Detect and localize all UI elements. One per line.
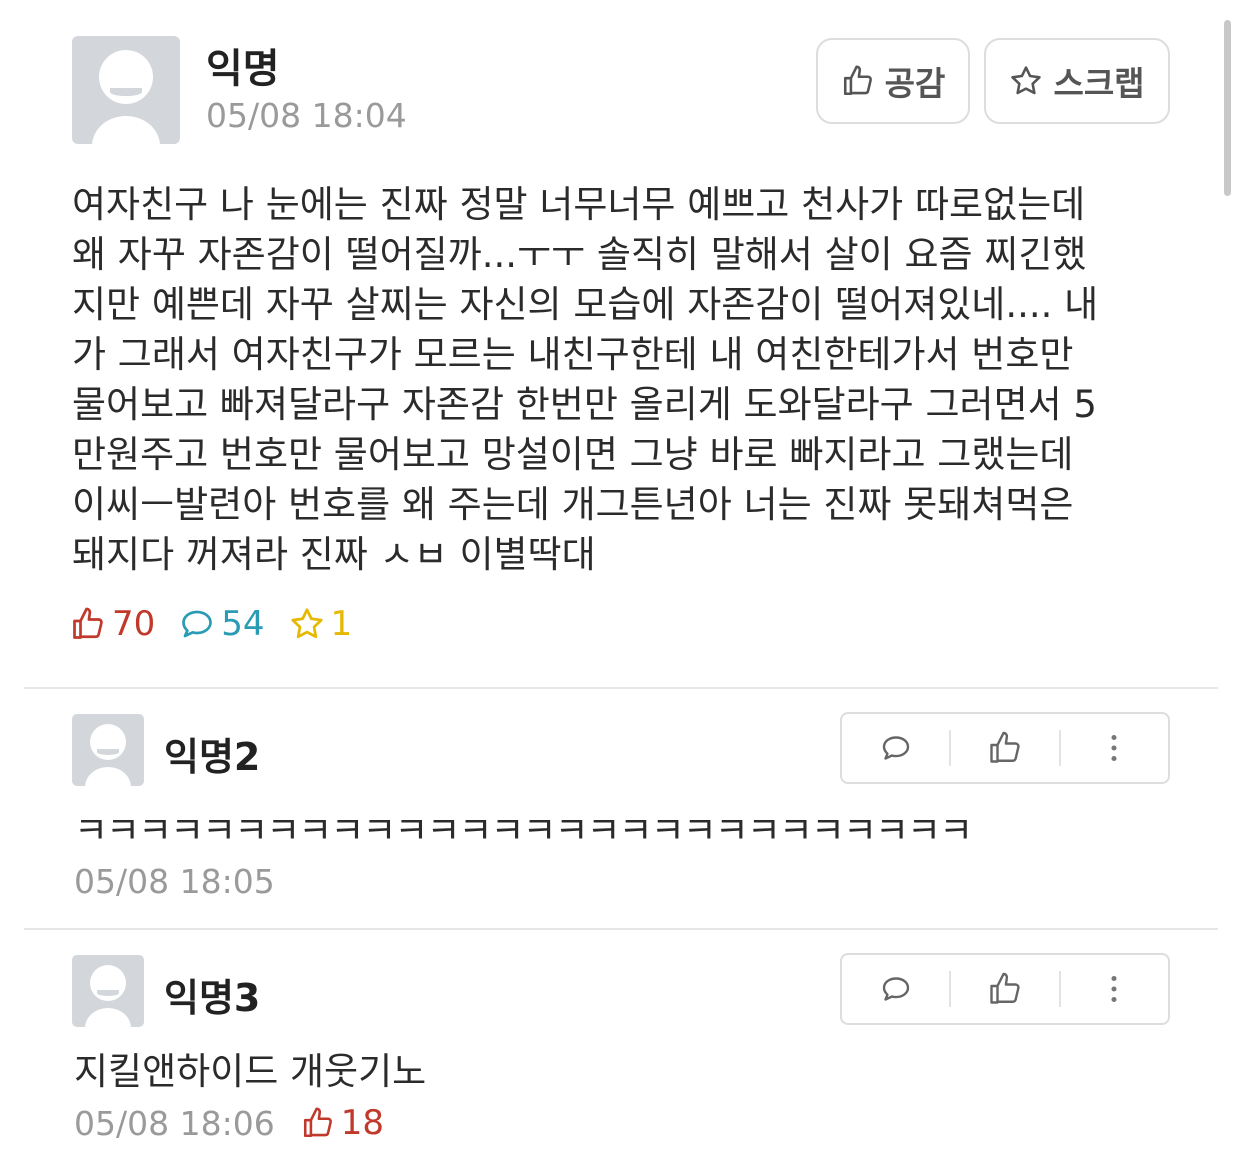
comment-count: 54 [179,604,265,644]
like-button-label: 공감 [884,64,946,103]
more-vertical-icon [1096,971,1132,1007]
speech-bubble-icon [878,971,914,1007]
reply-button[interactable] [842,955,949,1023]
comment-time: 05/08 18:06 [74,1103,275,1143]
scrap-count: 1 [289,604,353,644]
avatar [72,714,144,786]
thumbs-up-icon [987,730,1023,766]
post-body: 여자친구 나 눈에는 진짜 정말 너무너무 예쁘고 천사가 따로없는데 왜 자꾸… [72,180,1192,580]
reply-button[interactable] [842,714,949,782]
post-stats: 70 54 1 [70,600,376,648]
more-options-button[interactable] [1061,955,1168,1023]
star-icon [1009,64,1043,98]
post-body-line: 가 그래서 여자친구가 모르는 내친구한테 내 여친한테가서 번호만 [72,333,1074,376]
comment-time: 05/08 18:05 [74,862,275,901]
comment-meta: 05/08 18:06 18 [74,1103,384,1143]
divider [24,687,1218,689]
thumbs-up-icon [301,1106,335,1140]
scrap-button-label: 스크랩 [1053,64,1145,103]
post-body-line: 돼지다 꺼져라 진짜 ㅅㅂ 이별딱대 [72,533,596,576]
comment-like-button[interactable] [951,955,1058,1023]
avatar [72,955,144,1027]
comment-author: 익명3 [164,976,261,1020]
more-options-button[interactable] [1061,714,1168,782]
speech-bubble-icon [878,730,914,766]
scrap-button[interactable]: 스크랩 [984,38,1170,124]
thumbs-up-icon [70,606,106,642]
comment: 익명3 지킬앤하이드 개웃기노 05/08 18:06 18 [0,953,1240,1155]
comment-like-button[interactable] [951,714,1058,782]
post-body-line: 물어보고 빠져달라구 자존감 한번만 올리게 도와달라구 그러면서 5 [72,383,1097,426]
post-body-line: 만원주고 번호만 물어보고 망설이면 그냥 바로 빠지라고 그랬는데 [72,433,1074,476]
post-body-line: 왜 자꾸 자존감이 떨어질까...ㅜㅜ 솔직히 말해서 살이 요즘 찌긴했 [72,233,1087,276]
post-time: 05/08 18:04 [206,96,407,135]
comment-meta: 05/08 18:05 [74,862,275,901]
article-post: 익명 05/08 18:04 공감 스크랩 여자친구 나 눈에는 진짜 정말 너… [0,0,1240,688]
scrap-count-value: 1 [330,604,353,644]
like-count: 70 [70,604,155,644]
post-body-line: 여자친구 나 눈에는 진짜 정말 너무너무 예쁘고 천사가 따로없는데 [72,183,1086,226]
comment-like-count: 18 [301,1103,384,1143]
post-body-line: 지만 예쁜데 자꾸 살찌는 자신의 모습에 자존감이 떨어져있네.... 내 [72,283,1099,326]
speech-bubble-icon [179,606,215,642]
like-count-value: 70 [112,604,156,644]
comment: 익명2 ㅋㅋㅋㅋㅋㅋㅋㅋㅋㅋㅋㅋㅋㅋㅋㅋㅋㅋㅋㅋㅋㅋㅋㅋㅋㅋㅋㅋ 05/08 1… [0,712,1240,914]
star-icon [289,606,325,642]
comment-like-count-value: 18 [340,1103,384,1143]
thumbs-up-icon [841,64,875,98]
comment-text: 지킬앤하이드 개웃기노 [74,1050,427,1093]
more-vertical-icon [1096,730,1132,766]
comment-actions [840,953,1170,1025]
post-author: 익명 [206,46,280,92]
thumbs-up-icon [987,971,1023,1007]
avatar [72,36,180,144]
comment-text: ㅋㅋㅋㅋㅋㅋㅋㅋㅋㅋㅋㅋㅋㅋㅋㅋㅋㅋㅋㅋㅋㅋㅋㅋㅋㅋㅋㅋ [74,809,973,852]
post-body-line: 이씨ㅡ발련아 번호를 왜 주는데 개그튼년아 너는 진짜 못돼쳐먹은 [72,483,1074,526]
like-button[interactable]: 공감 [816,38,970,124]
comment-count-value: 54 [221,604,265,644]
comment-author: 익명2 [164,735,261,779]
divider [24,928,1218,930]
comment-actions [840,712,1170,784]
